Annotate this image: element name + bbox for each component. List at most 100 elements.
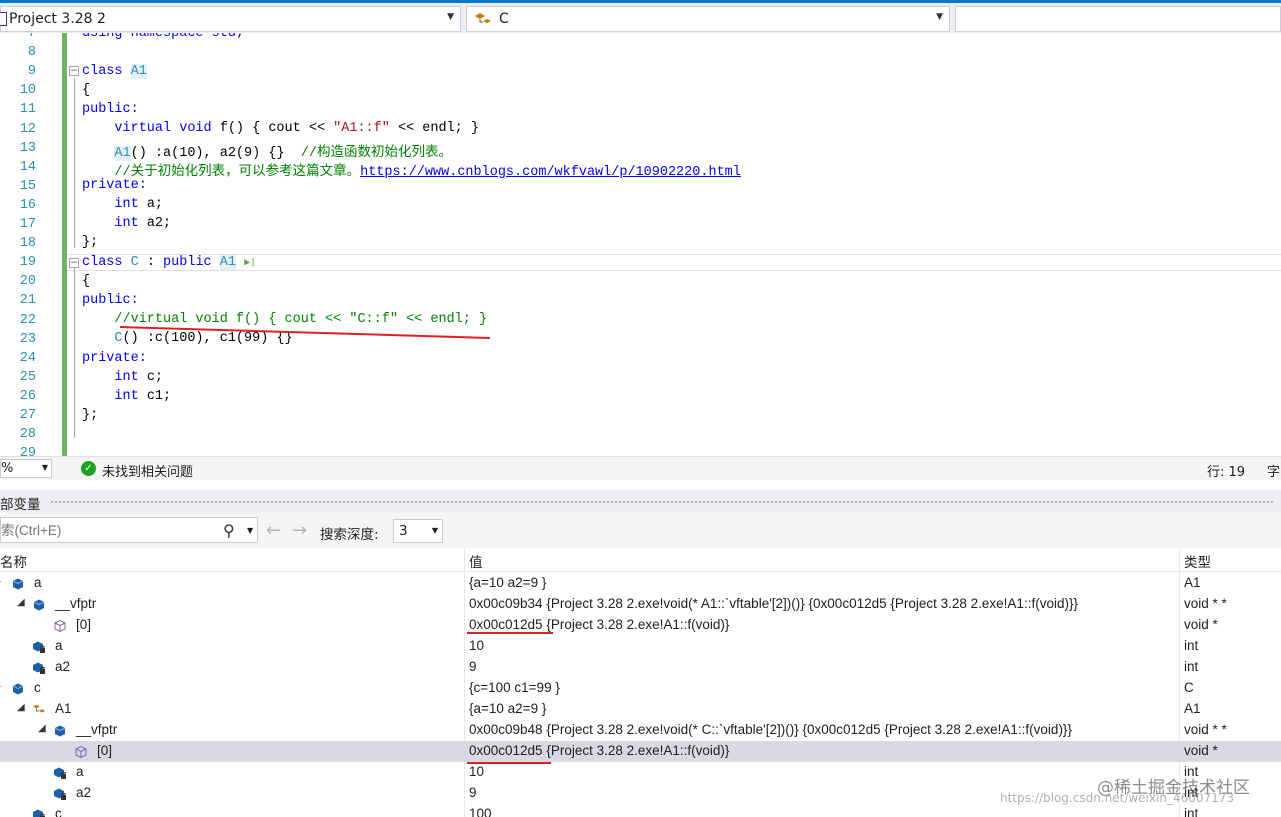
issues-status[interactable]: 未找到相关问题	[102, 461, 193, 480]
chevron-down-icon[interactable]: ▼	[247, 526, 253, 535]
chevron-down-icon[interactable]: ▼	[432, 526, 438, 535]
expand-toggle-icon[interactable]: ◢	[38, 723, 46, 734]
expand-toggle-icon[interactable]: ◢	[17, 597, 25, 608]
locals-row[interactable]: ▸ c {c=100 c1=99 } C	[0, 678, 1281, 699]
code-text: {	[82, 83, 91, 98]
search-box[interactable]: ⚲ ▼	[0, 517, 258, 543]
zoom-dropdown[interactable]: % ▼	[0, 459, 52, 478]
annotation-underline	[467, 632, 553, 634]
locals-row[interactable]: ◢ A1 {a=10 a2=9 } A1	[0, 699, 1281, 720]
code-line-27: };	[82, 408, 98, 423]
variable-value[interactable]: 0x00c012d5 {Project 3.28 2.exe!A1::f(voi…	[469, 743, 729, 758]
line-number: 11	[19, 102, 36, 118]
chevron-down-icon[interactable]: ▼	[447, 12, 454, 22]
code-line-25: int c;	[82, 370, 163, 385]
type-name: A1	[130, 64, 147, 79]
variable-value[interactable]: 9	[469, 785, 477, 800]
variable-value[interactable]: 10	[469, 638, 484, 653]
line-number: 16	[19, 197, 36, 213]
variable-name: a2	[76, 785, 92, 800]
variable-type: A1	[1184, 575, 1201, 590]
code-text: using namespace std;	[82, 33, 245, 41]
variable-value[interactable]: 10	[469, 764, 484, 779]
code-text: {	[82, 274, 91, 289]
variable-type: void * *	[1184, 596, 1227, 611]
arrow-right-icon[interactable]: →	[292, 520, 307, 541]
variable-value[interactable]: 9	[469, 659, 477, 674]
code-line-22: //virtual void f() { cout << "C::f" << e…	[82, 312, 487, 327]
code-text: f() { cout <<	[211, 121, 334, 136]
locals-row[interactable]: [0] 0x00c012d5 {Project 3.28 2.exe!A1::f(…	[0, 615, 1281, 636]
variable-value[interactable]: {a=10 a2=9 }	[469, 701, 546, 716]
variable-value[interactable]: 100	[469, 806, 492, 817]
variable-type: void *	[1184, 743, 1218, 758]
search-depth-dropdown[interactable]: 3 ▼	[393, 519, 443, 543]
search-input[interactable]	[1, 520, 216, 540]
expand-toggle-icon[interactable]: ▸	[0, 681, 1, 692]
class-name: C	[499, 11, 509, 27]
locals-row[interactable]: ▸ a {a=10 a2=9 } A1	[0, 573, 1281, 594]
project-dropdown[interactable]: Project 3.28 2 ▼	[0, 6, 461, 32]
locals-row[interactable]: ◢ __vfptr 0x00c09b34 {Project 3.28 2.exe!v…	[0, 594, 1281, 615]
line-highlight-border	[67, 270, 1281, 271]
variable-name: a	[76, 764, 84, 779]
variable-name: [0]	[76, 617, 92, 632]
variable-value[interactable]: 0x00c09b34 {Project 3.28 2.exe!void(* A1…	[469, 596, 1078, 611]
watermark-url: https://blog.csdn.net/weixin_46007173	[1000, 791, 1235, 805]
locals-row[interactable]: a 10 int	[0, 636, 1281, 657]
go-to-base-icon[interactable]: ▶|	[244, 258, 256, 269]
line-number: 12	[19, 121, 36, 137]
variable-name: __vfptr	[76, 722, 118, 737]
navigation-bar: Project 3.28 2 ▼ C ▼	[0, 0, 1281, 33]
variable-type: void *	[1184, 617, 1218, 632]
column-header-name[interactable]: 名称	[0, 551, 27, 571]
search-depth-label: 搜索深度:	[320, 527, 379, 543]
locals-row[interactable]: c 100 int	[0, 804, 1281, 817]
variable-value[interactable]: 0x00c09b48 {Project 3.28 2.exe!void(* C:…	[469, 722, 1072, 737]
code-editor[interactable]: 7 8 9 10 11 12 13 14 15 16 17 18 19 20 21 22 23 24 25 26 27 2…	[0, 33, 1281, 456]
locals-row[interactable]: a 10 int	[0, 762, 1281, 783]
keyword: public:	[82, 293, 139, 308]
search-depth-value: 3	[399, 523, 408, 539]
panel-title: 部变量	[0, 497, 41, 513]
collapse-toggle[interactable]: −	[69, 258, 79, 268]
member-dropdown[interactable]	[955, 6, 1281, 32]
comment-link[interactable]: https://www.cnblogs.com/wkfvawl/p/109022…	[360, 165, 741, 180]
chevron-down-icon[interactable]: ▼	[42, 463, 48, 472]
expand-toggle-icon[interactable]: ◢	[17, 702, 25, 713]
variable-icon	[32, 661, 46, 675]
code-text: };	[82, 235, 99, 250]
line-number: 7	[27, 33, 36, 41]
variable-value[interactable]: {a=10 a2=9 }	[469, 575, 546, 590]
collapse-toggle[interactable]: −	[69, 66, 79, 76]
column-header-type[interactable]: 类型	[1184, 551, 1211, 571]
variable-value[interactable]: {c=100 c1=99 }	[469, 680, 560, 695]
drag-grip[interactable]	[50, 500, 1275, 504]
type-name: C	[114, 331, 123, 346]
variable-name: __vfptr	[55, 596, 97, 611]
line-number: 8	[27, 45, 36, 61]
locals-panel-header[interactable]: 部变量	[0, 490, 1281, 513]
code-line-11: public:	[82, 102, 139, 117]
locals-row[interactable]: ◢ __vfptr 0x00c09b48 {Project 3.28 2.exe!v…	[0, 720, 1281, 741]
search-icon[interactable]: ⚲	[223, 521, 235, 540]
keyword: private:	[82, 178, 147, 193]
keyword: public:	[82, 102, 139, 117]
line-number: 28	[19, 427, 36, 443]
code-line-15: private:	[82, 178, 147, 193]
keyword: class	[82, 255, 123, 270]
variable-type: int	[1184, 638, 1199, 653]
zoom-level: %	[1, 461, 14, 476]
column-header-value[interactable]: 值	[469, 551, 483, 571]
line-number: 25	[19, 369, 36, 385]
variable-value[interactable]: 0x00c012d5 {Project 3.28 2.exe!A1::f(voi…	[469, 617, 729, 632]
expand-toggle-icon[interactable]: ▸	[0, 576, 1, 587]
chevron-down-icon[interactable]: ▼	[936, 12, 943, 22]
string-literal: "A1::f"	[333, 121, 390, 136]
class-dropdown[interactable]: C ▼	[466, 6, 950, 32]
editor-status-strip: % ▼ ✓ 未找到相关问题 行: 19 字	[0, 456, 1281, 480]
locals-row[interactable]: a2 9 int	[0, 657, 1281, 678]
arrow-left-icon[interactable]: ←	[266, 520, 281, 541]
locals-row[interactable]: [0] 0x00c012d5 {Project 3.28 2.exe!A1::f(…	[0, 741, 1281, 762]
variable-type: int	[1184, 806, 1199, 817]
